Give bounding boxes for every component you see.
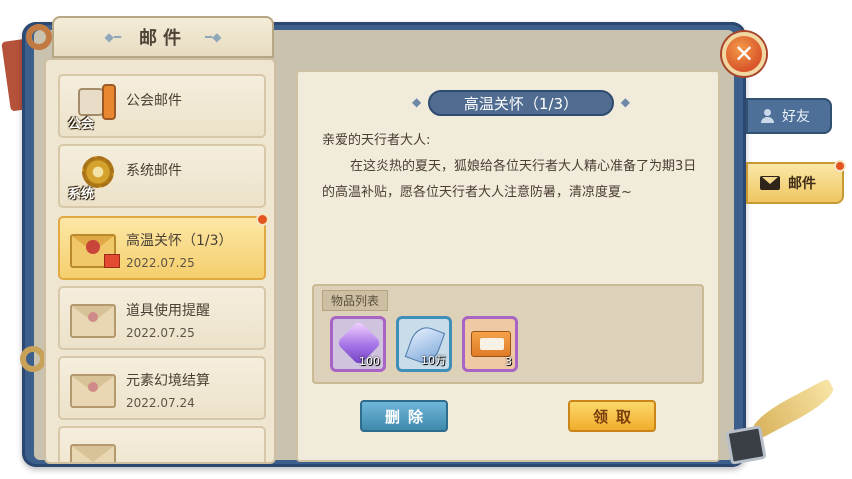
unread-dot-icon xyxy=(834,160,846,172)
envelope-icon xyxy=(68,436,118,462)
mail-item-system[interactable]: 系统 系统邮件 xyxy=(58,144,266,208)
reward-quantity: 100 xyxy=(359,355,380,368)
gift-envelope-icon xyxy=(68,226,120,274)
tab-mail-label: 邮件 xyxy=(788,176,816,192)
mail-item-guild[interactable]: 公会 公会邮件 xyxy=(58,74,266,138)
ticket-icon xyxy=(471,331,511,357)
mail-item-title: 公会邮件 xyxy=(126,93,182,109)
mail-item-date: 2022.07.25 xyxy=(126,326,195,340)
mail-body: 亲爱的天行者大人: 在这炎热的夏天，狐娘给各位天行者大人精心准备了为期3日的高温… xyxy=(322,128,702,206)
reward-items-label: 物品列表 xyxy=(322,290,389,311)
mail-greeting: 亲爱的天行者大人: xyxy=(322,133,431,148)
mail-item-heat-care[interactable]: 高温关怀（1/3） 2022.07.25 xyxy=(58,213,269,280)
mail-item-date: 2022.07.24 xyxy=(126,396,195,410)
reward-slot-crystal[interactable]: 100 xyxy=(330,316,386,372)
mail-body-text: 在这炎热的夏天，狐娘给各位天行者大人精心准备了为期3日的高温补贴，愿各位天行者大… xyxy=(322,159,697,200)
window-title-tab: ◆━ 邮件 ━◆ xyxy=(52,16,274,58)
envelope-icon xyxy=(68,296,118,344)
delete-button[interactable]: 删除 xyxy=(360,400,448,432)
binder-ring-bottom xyxy=(20,346,46,372)
unread-dot-icon xyxy=(256,213,269,226)
tab-mail[interactable]: 邮件 xyxy=(746,160,846,204)
system-gear-icon: 系统 xyxy=(68,154,118,202)
reward-quantity: 3 xyxy=(505,355,512,368)
guild-horn-icon: 公会 xyxy=(68,84,118,132)
tab-friends[interactable]: 好友 xyxy=(746,98,832,134)
mail-list-panel[interactable]: 公会 公会邮件 系统 系统邮件 高温关怀（1/3） 2022.07.25 道具使… xyxy=(44,58,276,464)
mail-item-item-reminder[interactable]: 道具使用提醒 2022.07.25 xyxy=(58,286,266,350)
close-button[interactable]: ✕ xyxy=(722,32,766,76)
reward-slot-leaf[interactable]: 10万 xyxy=(396,316,452,372)
mail-item-partial[interactable] xyxy=(58,426,266,462)
window-title: 邮件 xyxy=(139,28,187,49)
mail-item-title: 系统邮件 xyxy=(126,163,182,179)
mail-detail-title-banner: 高温关怀（1/3） xyxy=(412,90,630,116)
envelope-icon xyxy=(68,366,118,414)
reward-slot-ticket[interactable]: 3 xyxy=(462,316,518,372)
guild-icon-caption: 公会 xyxy=(68,117,95,132)
binder-ring-top xyxy=(26,24,52,50)
reward-quantity: 10万 xyxy=(421,354,446,367)
envelope-icon xyxy=(760,176,780,190)
tab-friends-label: 好友 xyxy=(782,109,810,125)
mail-item-date: 2022.07.25 xyxy=(126,256,195,270)
mail-detail-title: 高温关怀（1/3） xyxy=(463,94,579,113)
person-icon xyxy=(760,109,774,123)
title-ornament-left-icon: ◆━ xyxy=(104,30,121,44)
mail-item-title: 元素幻境结算 xyxy=(126,373,210,389)
mail-item-element-realm[interactable]: 元素幻境结算 2022.07.24 xyxy=(58,356,266,420)
mail-item-title: 高温关怀（1/3） xyxy=(126,233,233,249)
mail-item-title: 道具使用提醒 xyxy=(126,303,210,319)
system-icon-caption: 系统 xyxy=(68,187,95,202)
claim-button[interactable]: 领取 xyxy=(568,400,656,432)
reward-items-box: 物品列表 100 10万 3 xyxy=(312,284,704,384)
mail-detail-panel: 高温关怀（1/3） 亲爱的天行者大人: 在这炎热的夏天，狐娘给各位天行者大人精心… xyxy=(296,70,720,462)
inkwell-icon xyxy=(725,425,767,465)
title-ornament-right-icon: ━◆ xyxy=(205,30,222,44)
close-icon: ✕ xyxy=(733,40,755,68)
